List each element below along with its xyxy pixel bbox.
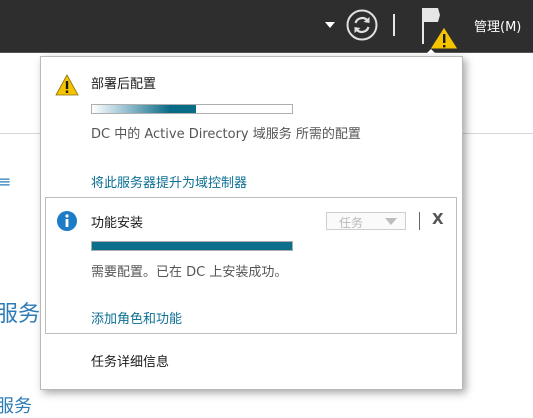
tasks-dropdown[interactable]: 任务 xyxy=(326,212,406,230)
background-link-fragment-2[interactable]: 服务 xyxy=(0,392,32,418)
background-link-fragment[interactable]: ≡ xyxy=(0,172,11,191)
task-progress-bar xyxy=(91,241,293,251)
task-description: 需要配置。已在 DC 上安装成功。 xyxy=(91,265,288,280)
warning-icon xyxy=(429,26,459,50)
task-details-link[interactable]: 任务详细信息 xyxy=(91,351,169,370)
task-title-post-deploy: 部署后配置 xyxy=(91,77,157,92)
task-progress-bar xyxy=(91,104,293,114)
task-title-feature-install: 功能安装 xyxy=(91,216,144,231)
notification-flag-icon[interactable] xyxy=(418,5,460,51)
task-description: DC 中的 Active Directory 域服务 所需的配置 xyxy=(91,127,361,142)
warning-icon xyxy=(55,74,79,96)
dropdown-separator xyxy=(419,212,420,230)
tasks-dropdown-label: 任务 xyxy=(339,216,364,230)
task-feature-install: 功能安装 任务 X 需要配置。已在 DC 上安装成功。 添加角色和功能 xyxy=(45,197,457,334)
notifications-popup: 部署后配置 DC 中的 Active Directory 域服务 所需的配置 将… xyxy=(40,56,463,390)
caret-down-icon[interactable] xyxy=(325,21,335,29)
server-manager-toolbar: 管理(M) xyxy=(0,0,533,52)
chevron-down-icon xyxy=(385,218,397,225)
toolbar-separator xyxy=(393,14,395,36)
refresh-icon[interactable] xyxy=(346,9,378,41)
close-button[interactable]: X xyxy=(432,210,444,228)
task-progress-fill xyxy=(92,105,196,113)
promote-to-dc-link[interactable]: 将此服务器提升为域控制器 xyxy=(91,172,247,191)
add-roles-features-link[interactable]: 添加角色和功能 xyxy=(91,308,182,327)
info-icon xyxy=(57,211,77,231)
task-progress-fill xyxy=(92,242,292,250)
manage-menu[interactable]: 管理(M) xyxy=(474,16,521,35)
